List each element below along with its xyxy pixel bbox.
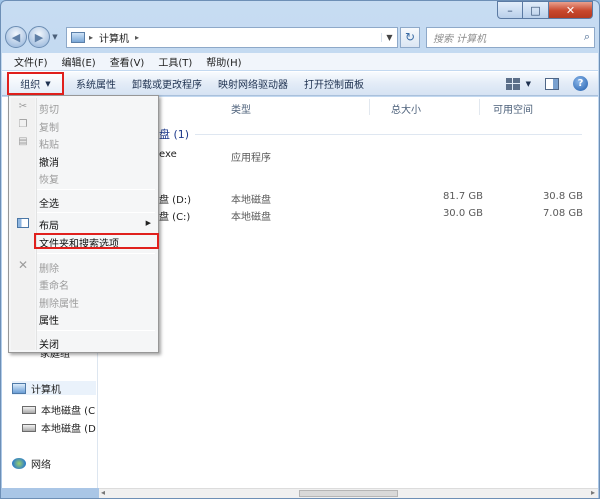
menu-item-properties[interactable]: 属性 (39, 312, 59, 327)
organize-label: 组织 (20, 80, 41, 91)
help-icon[interactable]: ? (573, 76, 588, 91)
computer-icon (71, 31, 85, 43)
computer-icon (12, 382, 26, 394)
nav-item-drive-d[interactable]: 本地磁盘 (D (22, 420, 96, 435)
uninstall-program-button[interactable]: 卸载或更改程序 (124, 71, 210, 96)
menu-item-close[interactable]: 关闭 (39, 336, 59, 351)
chevron-down-icon: ▼ (525, 79, 531, 88)
preview-pane-icon[interactable] (545, 77, 559, 90)
menu-separator (37, 189, 155, 190)
menu-file[interactable]: 文件(F) (14, 54, 48, 69)
menu-item-undo[interactable]: 撤消 (39, 154, 59, 169)
menu-item-remove-properties[interactable]: 删除属性 (39, 295, 79, 310)
scrollbar-thumb[interactable] (298, 490, 399, 497)
group-divider (195, 134, 582, 135)
column-divider[interactable] (479, 99, 480, 115)
organize-button[interactable]: 组织 ▼ (7, 72, 64, 95)
explorer-window: – □ ✕ ◀ ▶ ▼ ▸ 计算机 ▸ ▼ ↻ 搜索 计算机 ⌕ 文件(F) 编… (0, 0, 600, 499)
column-divider[interactable] (369, 99, 370, 115)
recent-pages-dropdown[interactable]: ▼ (50, 33, 60, 41)
address-row: ◀ ▶ ▼ ▸ 计算机 ▸ ▼ ↻ 搜索 计算机 ⌕ (5, 25, 595, 49)
command-bar: 组织 ▼ 系统属性 卸载或更改程序 映射网络驱动器 打开控制面板 ▼ ? (2, 71, 598, 96)
column-header-total[interactable]: 总大小 (391, 101, 421, 116)
close-button[interactable]: ✕ (549, 1, 593, 19)
file-free-space: 7.08 GB (542, 208, 583, 219)
forward-button[interactable]: ▶ (28, 26, 50, 48)
layout-icon (17, 218, 29, 228)
caption-buttons: – □ ✕ (497, 1, 593, 19)
address-dropdown-icon[interactable]: ▼ (381, 32, 397, 42)
file-name[interactable]: 盘 (C:) (159, 208, 190, 223)
command-bar-right: ▼ ? (505, 76, 598, 91)
address-bar[interactable]: ▸ 计算机 ▸ ▼ (66, 26, 398, 48)
scroll-left-icon[interactable]: ◂ (101, 488, 105, 497)
file-type: 应用程序 (231, 153, 271, 164)
view-icon (505, 77, 520, 90)
menu-item-select-all[interactable]: 全选 (39, 195, 59, 210)
nav-item-label: 本地磁盘 (D (41, 424, 96, 435)
nav-item-drive-c[interactable]: 本地磁盘 (C (22, 402, 95, 417)
file-name[interactable]: exe (159, 149, 177, 160)
breadcrumb-separator[interactable]: ▸ (135, 33, 139, 42)
menu-item-copy[interactable]: 复制 (39, 119, 59, 134)
organize-menu: ✂ 剪切 ❐ 复制 ▤ 粘贴 撤消 恢复 全选 布局 ▶ 文件夹和搜索选项 ✕ … (8, 95, 159, 353)
chevron-down-icon: ▼ (45, 79, 51, 88)
nav-item-network[interactable]: 网络 (12, 456, 51, 471)
menu-tools[interactable]: 工具(T) (158, 54, 192, 69)
submenu-arrow-icon: ▶ (145, 219, 151, 227)
column-header-free[interactable]: 可用空间 (493, 101, 533, 116)
menu-edit[interactable]: 编辑(E) (62, 54, 96, 69)
delete-icon: ✕ (17, 258, 29, 272)
menu-item-paste[interactable]: 粘贴 (39, 136, 59, 151)
copy-icon: ❐ (18, 119, 28, 130)
search-placeholder: 搜索 计算机 (433, 33, 487, 45)
menu-separator (37, 212, 155, 213)
drive-icon (22, 405, 36, 414)
menu-item-layout[interactable]: 布局 (39, 217, 59, 232)
paste-icon: ▤ (18, 136, 28, 147)
file-total-size: 81.7 GB (442, 191, 483, 202)
menu-item-rename[interactable]: 重命名 (39, 277, 69, 292)
nav-item-label: 本地磁盘 (C (41, 406, 96, 417)
file-free-space: 30.8 GB (542, 191, 583, 202)
drive-icon (22, 423, 36, 432)
cut-icon: ✂ (18, 101, 28, 112)
menu-view[interactable]: 查看(V) (110, 54, 145, 69)
menu-item-redo[interactable]: 恢复 (39, 171, 59, 186)
nav-item-computer[interactable]: 计算机 (12, 381, 96, 396)
highlight-box (34, 233, 159, 249)
file-total-size: 30.0 GB (442, 208, 483, 219)
change-view-button[interactable]: ▼ (505, 77, 531, 90)
back-button[interactable]: ◀ (5, 26, 27, 48)
search-input[interactable]: 搜索 计算机 ⌕ (426, 26, 595, 48)
horizontal-scrollbar[interactable]: ◂ ▸ (99, 488, 598, 498)
menu-item-delete[interactable]: 删除 (39, 260, 59, 275)
group-header[interactable]: 盘 (1) (159, 126, 189, 142)
file-list: 类型 总大小 可用空间 盘 (1) exe 应用程序 盘 (D:) 本地磁盘 8… (99, 97, 598, 488)
column-header-type[interactable]: 类型 (231, 101, 251, 116)
nav-item-label: 网络 (31, 460, 51, 471)
scroll-right-icon[interactable]: ▸ (591, 488, 595, 497)
menu-separator (37, 330, 155, 331)
system-properties-button[interactable]: 系统属性 (68, 71, 124, 96)
menu-item-cut[interactable]: 剪切 (39, 101, 59, 116)
refresh-button[interactable]: ↻ (400, 26, 420, 48)
menu-separator (37, 253, 155, 254)
file-name[interactable]: 盘 (D:) (159, 191, 191, 206)
nav-item-label: 计算机 (31, 384, 61, 396)
search-icon[interactable]: ⌕ (584, 30, 590, 44)
file-type: 本地磁盘 (231, 195, 271, 206)
file-type: 本地磁盘 (231, 212, 271, 223)
map-network-drive-button[interactable]: 映射网络驱动器 (210, 71, 296, 96)
breadcrumb-computer[interactable]: 计算机 (99, 30, 129, 45)
menu-bar: 文件(F) 编辑(E) 查看(V) 工具(T) 帮助(H) (2, 53, 598, 70)
maximize-button[interactable]: □ (523, 1, 549, 19)
open-control-panel-button[interactable]: 打开控制面板 (296, 71, 372, 96)
breadcrumb-separator[interactable]: ▸ (89, 33, 93, 42)
menu-help[interactable]: 帮助(H) (206, 54, 241, 69)
network-icon (12, 458, 26, 469)
minimize-button[interactable]: – (497, 1, 523, 19)
